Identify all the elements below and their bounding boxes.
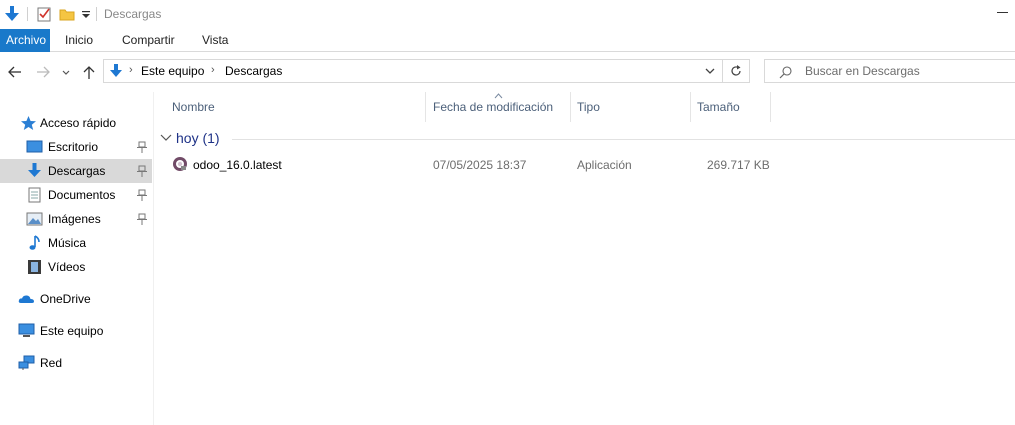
- sidebar-item-label: Vídeos: [48, 260, 86, 274]
- sidebar-item-label: Documentos: [48, 188, 116, 202]
- pin-icon[interactable]: [136, 212, 148, 226]
- download-icon: [28, 163, 41, 177]
- sidebar-item-label: Descargas: [48, 164, 106, 178]
- sidebar-item-label: Música: [48, 236, 87, 250]
- column-header-nombre[interactable]: Nombre: [166, 92, 426, 122]
- breadcrumb-descargas[interactable]: Descargas: [225, 64, 282, 78]
- ribbon-tabs: Archivo Inicio Compartir Vista: [0, 29, 1015, 52]
- toolbar-separator: [96, 7, 97, 21]
- cloud-icon: [18, 295, 34, 303]
- column-header-tamano[interactable]: Tamaño: [691, 92, 771, 122]
- sidebar-item-musica[interactable]: Música: [0, 231, 152, 255]
- search-box[interactable]: Buscar en Descargas: [764, 59, 1015, 83]
- breadcrumb-este-equipo[interactable]: Este equipo: [141, 64, 204, 78]
- document-icon: [28, 187, 41, 203]
- column-header-fecha[interactable]: Fecha de modificación: [427, 92, 571, 122]
- film-icon: [28, 260, 41, 274]
- download-icon: [110, 64, 122, 77]
- address-bar[interactable]: › Este equipo › Descargas: [103, 59, 723, 83]
- up-arrow-icon[interactable]: [80, 63, 98, 81]
- tab-vista[interactable]: Vista: [196, 29, 234, 52]
- odoo-app-icon: [173, 157, 187, 171]
- title-bar: Descargas: [0, 0, 1015, 29]
- refresh-button[interactable]: [723, 59, 750, 83]
- sidebar-item-imagenes[interactable]: Imágenes: [0, 207, 152, 231]
- file-type: Aplicación: [577, 158, 632, 172]
- sidebar-item-red[interactable]: Red: [0, 351, 152, 375]
- sidebar-item-label: OneDrive: [40, 292, 91, 306]
- file-name[interactable]: odoo_16.0.latest: [193, 158, 282, 172]
- navigation-pane: Acceso rápido Escritorio Descargas Docum…: [0, 92, 154, 425]
- sort-ascending-icon: [494, 93, 503, 99]
- group-divider: [232, 139, 1015, 140]
- picture-icon: [26, 212, 43, 226]
- file-modified: 07/05/2025 18:37: [433, 158, 527, 172]
- group-header-hoy[interactable]: hoy (1): [160, 130, 1015, 148]
- navigation-bar: › Este equipo › Descargas Buscar en Desc…: [0, 52, 1015, 92]
- pin-icon[interactable]: [136, 164, 148, 178]
- network-icon: [18, 355, 35, 370]
- sidebar-item-descargas[interactable]: Descargas: [0, 159, 152, 183]
- address-dropdown-icon[interactable]: [704, 64, 716, 78]
- search-icon: [779, 66, 792, 79]
- tab-archivo[interactable]: Archivo: [0, 29, 50, 52]
- recent-locations-chevron-icon[interactable]: [60, 63, 72, 81]
- new-folder-icon[interactable]: [58, 5, 76, 23]
- download-icon[interactable]: [3, 5, 21, 23]
- search-input[interactable]: Buscar en Descargas: [805, 64, 920, 78]
- sidebar-item-label: Este equipo: [40, 324, 104, 338]
- table-row[interactable]: odoo_16.0.latest 07/05/2025 18:37 Aplica…: [169, 153, 779, 175]
- star-icon: [21, 116, 36, 130]
- customize-toolbar-icon[interactable]: [77, 5, 95, 23]
- column-header-tipo[interactable]: Tipo: [571, 92, 691, 122]
- music-note-icon: [29, 235, 40, 250]
- forward-arrow-icon[interactable]: [34, 63, 52, 81]
- back-arrow-icon[interactable]: [6, 63, 24, 81]
- minimize-icon[interactable]: [997, 6, 1009, 18]
- breadcrumb-chevron-icon[interactable]: ›: [211, 64, 215, 76]
- computer-icon: [18, 323, 35, 337]
- window-title: Descargas: [104, 7, 162, 21]
- pin-icon[interactable]: [136, 140, 148, 154]
- properties-icon[interactable]: [35, 5, 53, 23]
- sidebar-item-label: Acceso rápido: [40, 116, 117, 130]
- sidebar-item-label: Imágenes: [48, 212, 101, 226]
- toolbar-separator: [27, 7, 28, 21]
- file-list-pane: Nombre Fecha de modificación Tipo Tamaño…: [155, 92, 1015, 425]
- group-label: hoy (1): [176, 130, 220, 146]
- pin-icon[interactable]: [136, 188, 148, 202]
- sidebar-item-documentos[interactable]: Documentos: [0, 183, 152, 207]
- sidebar-item-acceso-rapido[interactable]: Acceso rápido: [0, 111, 152, 135]
- file-size: 269.717 KB: [707, 158, 770, 172]
- sidebar-item-este-equipo[interactable]: Este equipo: [0, 319, 152, 343]
- tab-inicio[interactable]: Inicio: [59, 29, 99, 52]
- sidebar-item-label: Red: [40, 356, 63, 370]
- sidebar-item-videos[interactable]: Vídeos: [0, 255, 152, 279]
- tab-compartir[interactable]: Compartir: [116, 29, 181, 52]
- breadcrumb-chevron-icon[interactable]: ›: [129, 64, 133, 76]
- sidebar-item-label: Escritorio: [48, 140, 99, 154]
- chevron-down-icon[interactable]: [160, 134, 172, 142]
- sidebar-item-escritorio[interactable]: Escritorio: [0, 135, 152, 159]
- sidebar-item-onedrive[interactable]: OneDrive: [0, 287, 152, 311]
- refresh-icon: [731, 65, 741, 76]
- desktop-icon: [26, 140, 43, 153]
